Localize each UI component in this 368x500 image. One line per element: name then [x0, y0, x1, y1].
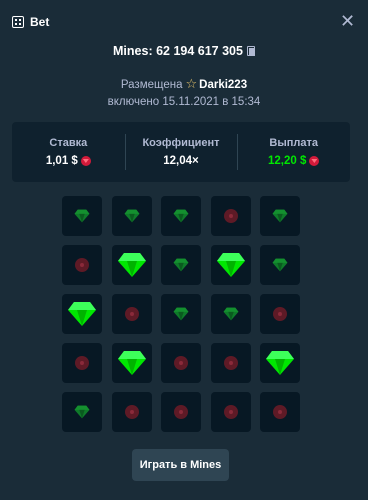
gem-selected-icon	[266, 351, 294, 375]
board-tile	[260, 343, 300, 383]
mine-icon	[124, 405, 139, 419]
gem-icon	[272, 209, 288, 223]
payout-value: 12,20 $	[267, 155, 307, 167]
gem-icon	[173, 307, 189, 321]
board-tile	[210, 245, 251, 285]
play-mines-button[interactable]: Играть в Mines	[132, 449, 229, 481]
mine-icon	[223, 405, 238, 419]
copy-icon[interactable]	[246, 46, 255, 56]
close-icon[interactable]: ✕	[340, 12, 355, 30]
board-tile	[111, 196, 152, 236]
game-id: Mines: 62 194 617 305	[113, 44, 243, 58]
board-tile	[260, 196, 300, 236]
bet-stats-panel: Ставка 1,01 $ Коэффициент 12,04× Выплата…	[12, 122, 350, 182]
mines-board	[62, 196, 300, 432]
payout-label: Выплата	[269, 137, 318, 149]
board-tile	[62, 343, 102, 383]
modal-title-group: Bet	[12, 15, 49, 29]
board-tile	[161, 343, 201, 383]
mine-icon	[75, 356, 89, 370]
board-tile	[62, 392, 102, 432]
board-tile	[111, 343, 152, 383]
board-tile	[111, 245, 152, 285]
wager-value-row: 1,01 $	[46, 155, 91, 167]
wager-label: Ставка	[49, 137, 88, 149]
gem-selected-icon	[117, 253, 146, 277]
game-id-row: Mines: 62 194 617 305	[0, 44, 368, 58]
mine-icon	[75, 258, 89, 272]
board-tile	[161, 392, 201, 432]
mine-icon	[273, 307, 287, 321]
gem-icon	[173, 258, 189, 272]
board-tile	[62, 294, 102, 334]
gem-icon	[74, 405, 90, 419]
gem-selected-icon	[68, 302, 96, 326]
mine-icon	[273, 405, 287, 419]
board-tile	[260, 392, 300, 432]
board-tile	[62, 245, 102, 285]
mine-icon	[223, 356, 238, 370]
board-tile	[161, 196, 201, 236]
gem-icon	[272, 258, 288, 272]
currency-icon	[80, 156, 91, 166]
board-tile	[260, 294, 300, 334]
board-tile	[161, 294, 201, 334]
placed-label: Размещена	[120, 79, 183, 91]
board-tile	[210, 294, 251, 334]
currency-icon	[309, 156, 320, 166]
wager-value: 1,01 $	[45, 155, 78, 167]
mine-icon	[124, 307, 139, 321]
board-tile	[260, 245, 300, 285]
stat-multiplier: Коэффициент 12,04×	[124, 122, 238, 182]
gem-icon	[223, 307, 238, 321]
multiplier-value: 12,04×	[163, 155, 199, 167]
board-tile	[161, 245, 201, 285]
modal-title: Bet	[30, 15, 50, 29]
gem-icon	[124, 209, 139, 223]
board-tile	[111, 392, 152, 432]
bet-date: включено 15.11.2021 в 15:34	[107, 96, 261, 108]
multiplier-label: Коэффициент	[142, 137, 220, 149]
stat-payout: Выплата 12,20 $	[237, 122, 350, 182]
modal-header: Bet ✕	[0, 0, 368, 44]
gem-selected-icon	[216, 253, 245, 277]
stat-wager: Ставка 1,01 $	[12, 122, 125, 182]
mine-icon	[174, 405, 188, 419]
board-tile	[210, 196, 251, 236]
board-tile	[210, 343, 251, 383]
gem-selected-icon	[117, 351, 146, 375]
board-tile	[111, 294, 152, 334]
username-link[interactable]: Darki223	[199, 79, 247, 91]
mine-icon	[223, 209, 238, 223]
placed-by: Размещена ☆ Darki223	[0, 76, 368, 92]
board-tile	[62, 196, 102, 236]
gem-icon	[74, 209, 90, 223]
board-tile	[210, 392, 251, 432]
star-icon: ☆	[185, 76, 198, 91]
bet-grid-icon	[12, 16, 24, 28]
gem-icon	[173, 209, 189, 223]
mine-icon	[174, 356, 188, 370]
payout-value-row: 12,20 $	[267, 155, 320, 167]
